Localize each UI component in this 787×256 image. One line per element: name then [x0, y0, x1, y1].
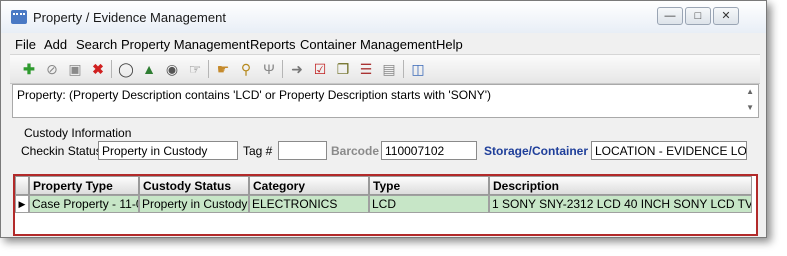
handshake-icon[interactable]: ☛ [214, 60, 232, 78]
toolbar-separator [111, 60, 112, 78]
search-criteria-text: Property: (Property Description contains… [17, 88, 491, 102]
checkbox-icon[interactable]: ☑ [311, 60, 329, 78]
table-cell[interactable]: Case Property - 11-000 [29, 195, 139, 213]
minimize-button[interactable]: — [657, 7, 683, 25]
tag-icon[interactable]: ▲ [140, 60, 158, 78]
title-bar: Property / Evidence Management — □ ✕ [1, 1, 766, 33]
menu-property-management[interactable]: Property Management [121, 37, 250, 52]
toolbar: ✚ ⊘ ▣ ✖ ◯ ▲ ◉ ☞ ☛ ⚲ Ψ ➜ ☑ ❐ ☰ ▤ ◫ [10, 54, 760, 84]
add-icon[interactable]: ✚ [20, 60, 38, 78]
copy-icon[interactable]: ❐ [334, 60, 352, 78]
search-icon[interactable]: ⚲ [237, 60, 255, 78]
table-cell[interactable]: ELECTRONICS [249, 195, 369, 213]
menu-reports[interactable]: Reports [250, 37, 296, 52]
menu-bar: File Add Search Property Management Repo… [10, 34, 760, 54]
property-grid: Property Type Custody Status Category Ty… [13, 174, 758, 236]
menu-file[interactable]: File [15, 37, 36, 52]
door-icon[interactable]: ◫ [409, 60, 427, 78]
app-icon [11, 10, 27, 24]
menu-container-management[interactable]: Container Management [300, 37, 436, 52]
table-cell[interactable]: LCD [369, 195, 489, 213]
tag-field[interactable] [278, 141, 327, 160]
window-title: Property / Evidence Management [33, 10, 226, 25]
column-header-property-type[interactable]: Property Type [29, 176, 139, 195]
scroll-up-icon[interactable]: ▲ [746, 87, 754, 96]
maximize-button[interactable]: □ [685, 7, 711, 25]
trash-icon[interactable]: ▤ [380, 60, 398, 78]
column-header-custody-status[interactable]: Custody Status [139, 176, 249, 195]
fork-icon[interactable]: Ψ [260, 60, 278, 78]
table-cell[interactable]: Property in Custody [139, 195, 249, 213]
arrow-right-icon[interactable]: ➜ [288, 60, 306, 78]
toolbar-separator [208, 60, 209, 78]
delete-icon[interactable]: ✖ [89, 60, 107, 78]
menu-help[interactable]: Help [436, 37, 463, 52]
barcode-label: Barcode [331, 144, 380, 158]
barcode-field[interactable]: 110007102 [381, 141, 477, 160]
column-header-category[interactable]: Category [249, 176, 369, 195]
row-selector-icon[interactable]: ▶ [15, 195, 29, 213]
menu-add[interactable]: Add [44, 37, 67, 52]
bulb-icon[interactable]: ◯ [117, 60, 135, 78]
checkin-status-field[interactable]: Property in Custody [98, 141, 238, 160]
tag-label: Tag # [243, 144, 273, 158]
barcode-icon[interactable]: ☰ [357, 60, 375, 78]
toolbar-separator [282, 60, 283, 78]
checkin-status-label: Checkin Status [21, 144, 102, 158]
custody-information-panel: Custody Information Checkin Status Prope… [14, 124, 757, 168]
search-criteria-box: Property: (Property Description contains… [12, 84, 759, 118]
column-header-description[interactable]: Description [489, 176, 752, 195]
table-cell[interactable]: 1 SONY SNY-2312 LCD 40 INCH SONY LCD TV … [489, 195, 752, 213]
hand-icon[interactable]: ☞ [186, 60, 204, 78]
menu-search[interactable]: Search [76, 37, 117, 52]
toolbar-separator [403, 60, 404, 78]
save-icon[interactable]: ▣ [66, 60, 84, 78]
row-selector-header [15, 176, 29, 195]
camera-icon[interactable]: ◉ [163, 60, 181, 78]
custody-section-label: Custody Information [24, 126, 132, 140]
column-header-type[interactable]: Type [369, 176, 489, 195]
cancel-icon[interactable]: ⊘ [43, 60, 61, 78]
close-button[interactable]: ✕ [713, 7, 739, 25]
storage-container-field[interactable]: LOCATION - EVIDENCE LOCKE [591, 141, 747, 160]
storage-container-link[interactable]: Storage/Container [484, 144, 588, 158]
scroll-down-icon[interactable]: ▼ [746, 103, 754, 112]
app-window: Property / Evidence Management — □ ✕ Fil… [0, 0, 767, 238]
